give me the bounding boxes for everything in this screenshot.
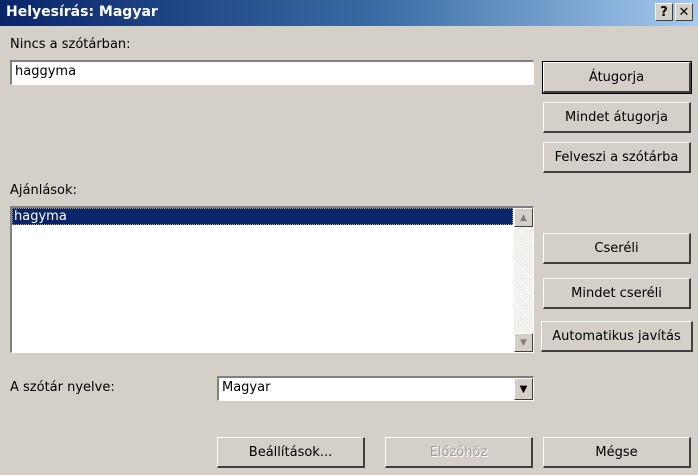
close-button[interactable]: ✕ [675,3,693,21]
dictionary-language-select[interactable]: Magyar ▼ [217,376,534,401]
close-icon: ✕ [678,4,690,20]
suggestion-item[interactable]: hagyma [12,208,513,225]
not-in-dictionary-field[interactable]: haggyma [10,60,534,85]
options-button[interactable]: Beállítások... [217,437,365,468]
title-bar: Helyesírás: Magyar ? ✕ [0,0,698,26]
autocorrect-button[interactable]: Automatikus javítás [541,321,693,352]
suggestions-scrollbar[interactable]: ▲ ▼ [514,208,533,352]
add-to-dictionary-button[interactable]: Felveszi a szótárba [543,142,691,173]
cancel-button[interactable]: Mégse [543,437,691,468]
help-button[interactable]: ? [655,3,673,21]
not-in-dictionary-label: Nincs a szótárban: [10,37,131,52]
misspelled-word: haggyma [15,64,77,79]
ignore-all-button[interactable]: Mindet átugorja [543,102,691,133]
change-all-button[interactable]: Mindet cseréli [543,278,691,309]
suggestions-list[interactable]: hagyma ▲ ▼ [10,206,534,353]
scroll-up-arrow-icon[interactable]: ▲ [514,208,533,227]
undo-button[interactable]: Előzőhöz [385,437,533,468]
scroll-down-arrow-icon[interactable]: ▼ [514,333,533,352]
dropdown-arrow-icon[interactable]: ▼ [514,378,533,400]
ignore-button[interactable]: Átugorja [542,61,692,94]
dictionary-language-value: Magyar [222,380,271,395]
suggestions-label: Ajánlások: [10,183,77,198]
window-title: Helyesírás: Magyar [6,4,158,20]
dictionary-language-label: A szótár nyelve: [10,380,115,395]
change-button[interactable]: Cseréli [543,233,691,264]
